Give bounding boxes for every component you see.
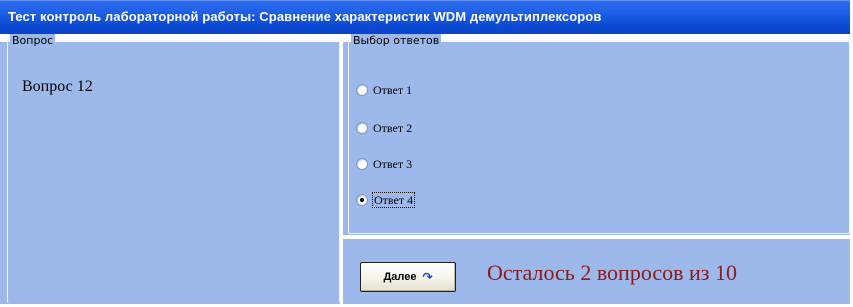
title-bar[interactable]: Тест контроль лабораторной работы: Сравн… [0, 0, 850, 34]
answer-option-label[interactable]: Ответ 3 [372, 157, 413, 171]
radio-button-2[interactable] [356, 122, 368, 134]
answer-option-label[interactable]: Ответ 1 [372, 83, 413, 97]
window-client-area: Вопрос Выбор ответов Вопрос 12 Ответ 1 О… [0, 34, 850, 304]
question-group-label: Вопрос [10, 34, 56, 47]
remaining-questions-text: Осталось 2 вопросов из 10 [487, 260, 737, 285]
radio-button-1[interactable] [356, 84, 368, 96]
answer-option-label[interactable]: Ответ 4 [372, 192, 416, 208]
next-button[interactable]: Далее ↷ [360, 262, 456, 292]
answers-groupbox [348, 40, 850, 234]
answer-option-2[interactable]: Ответ 2 [356, 120, 413, 136]
radio-button-4-selected[interactable] [356, 194, 368, 206]
test-window: Тест контроль лабораторной работы: Сравн… [0, 0, 850, 304]
answer-option-3[interactable]: Ответ 3 [356, 156, 413, 172]
answer-option-label[interactable]: Ответ 2 [372, 121, 413, 135]
next-button-label: Далее [383, 271, 417, 283]
answer-option-4[interactable]: Ответ 4 [356, 192, 416, 208]
redo-arrow-icon: ↷ [422, 270, 433, 284]
question-text: Вопрос 12 [22, 78, 93, 95]
answer-option-1[interactable]: Ответ 1 [356, 82, 413, 98]
radio-button-3[interactable] [356, 158, 368, 170]
answers-group-label: Выбор ответов [351, 34, 442, 47]
window-title: Тест контроль лабораторной работы: Сравн… [8, 9, 602, 24]
